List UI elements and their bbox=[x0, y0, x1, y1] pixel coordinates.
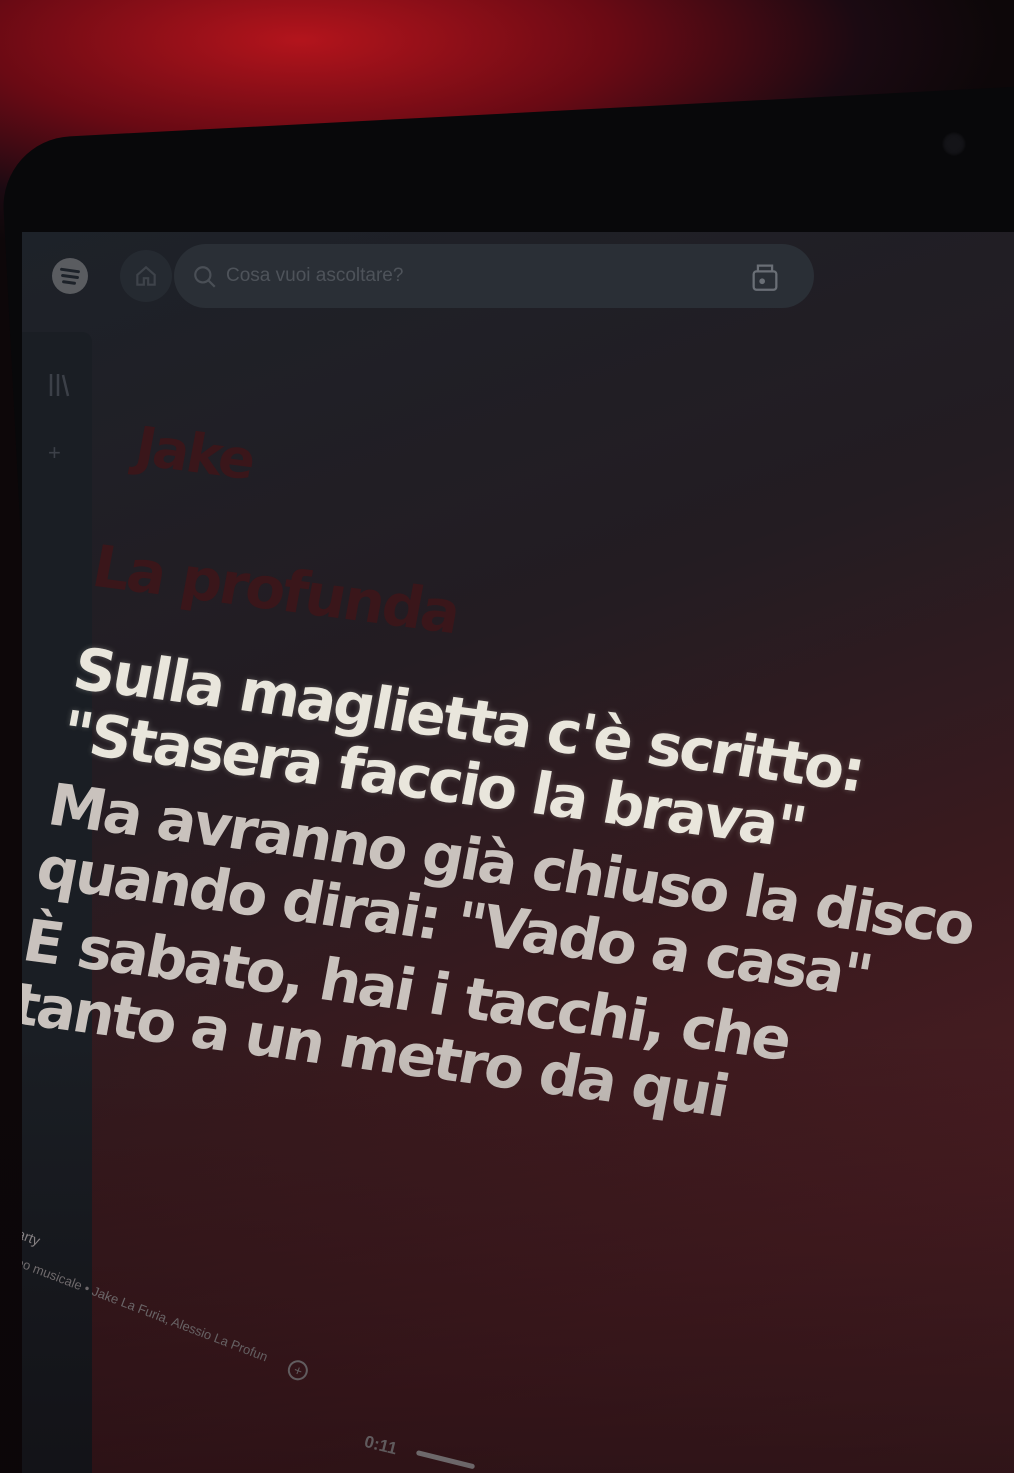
app-window: Cosa vuoi ascoltare? + Jake La profunda … bbox=[22, 232, 1014, 1473]
progress-bar[interactable] bbox=[415, 1450, 476, 1470]
search-bar[interactable]: Cosa vuoi ascoltare? bbox=[174, 244, 814, 308]
add-icon[interactable]: + bbox=[48, 440, 61, 466]
elapsed-time: 0:11 bbox=[362, 1432, 400, 1459]
search-icon bbox=[194, 266, 216, 288]
photo-scene: Cosa vuoi ascoltare? + Jake La profunda … bbox=[0, 0, 1014, 1473]
search-input[interactable]: Cosa vuoi ascoltare? bbox=[226, 265, 403, 287]
browse-icon[interactable] bbox=[748, 260, 782, 294]
webcam bbox=[942, 132, 966, 156]
home-button[interactable] bbox=[120, 250, 172, 302]
top-bar: Cosa vuoi ascoltare? bbox=[22, 232, 1014, 322]
library-icon[interactable] bbox=[48, 372, 70, 398]
spotify-logo-icon[interactable] bbox=[52, 258, 88, 294]
home-icon bbox=[136, 265, 156, 286]
lyrics-panel: Jake La profunda Sulla maglietta c'è scr… bbox=[22, 412, 1014, 1178]
add-circle-icon[interactable]: + bbox=[285, 1357, 312, 1384]
